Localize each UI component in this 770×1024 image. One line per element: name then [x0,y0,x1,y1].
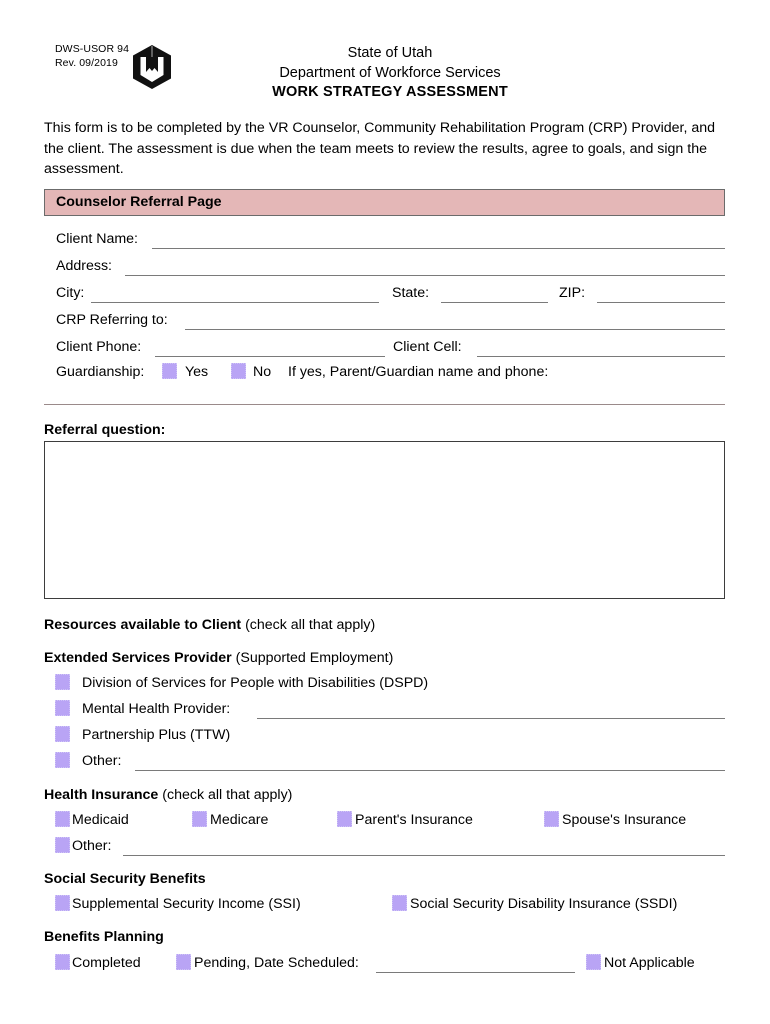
city-label: City: [56,285,85,301]
benefits-planning-heading: Benefits Planning [44,929,164,945]
state-input[interactable] [441,302,548,303]
health-insurance-heading-bold: Health Insurance [44,787,159,803]
form-page: DWS-USOR 94 Rev. 09/2019 State of Utah D… [0,0,770,1024]
utah-dws-beehive-logo-icon [131,44,173,90]
guardianship-note-label: If yes, Parent/Guardian name and phone: [288,364,549,380]
referral-question-textarea[interactable] [44,441,725,599]
benefits-planning-not-applicable-checkbox[interactable] [586,954,601,970]
state-label: State: [392,285,430,301]
social-security-ssdi-checkbox[interactable] [392,895,407,911]
health-insurance-other-label: Other: [72,838,112,854]
section-header-label: Counselor Referral Page [56,194,222,210]
title-state: State of Utah [347,45,433,61]
extended-services-other-checkbox[interactable] [55,752,70,768]
health-insurance-medicaid-checkbox[interactable] [55,811,70,827]
health-insurance-other-checkbox[interactable] [55,837,70,853]
resources-heading: Resources available to Client (check all… [44,617,375,633]
title-department: Department of Workforce Services [279,64,501,81]
client-phone-label: Client Phone: [56,339,142,355]
extended-services-other-input[interactable] [135,770,725,771]
extended-services-heading: Extended Services Provider (Supported Em… [44,650,393,666]
zip-label: ZIP: [559,285,586,301]
extended-services-dspd-checkbox[interactable] [55,674,70,690]
address-input[interactable] [125,275,725,276]
crp-referring-to-label: CRP Referring to: [56,312,168,328]
benefits-planning-completed-label: Completed [72,955,141,971]
social-security-ssi-label: Supplemental Security Income (SSI) [72,896,301,912]
extended-services-heading-bold: Extended Services Provider [44,650,232,666]
social-security-heading-bold: Social Security Benefits [44,871,206,887]
health-insurance-heading-note: (check all that apply) [158,787,293,803]
benefits-planning-completed-checkbox[interactable] [55,954,70,970]
form-code: DWS-USOR 94 Rev. 09/2019 [55,43,129,70]
referral-question-label: Referral question: [44,422,166,438]
section-divider [44,404,725,405]
social-security-heading: Social Security Benefits [44,871,206,887]
benefits-planning-heading-bold: Benefits Planning [44,929,164,945]
extended-services-mental-health-checkbox[interactable] [55,700,70,716]
intro-paragraph: This form is to be completed by the VR C… [44,120,716,177]
health-insurance-heading: Health Insurance (check all that apply) [44,787,292,803]
address-label: Address: [56,258,112,274]
extended-services-dspd-label: Division of Services for People with Dis… [82,675,429,691]
health-insurance-spouse-label: Spouse's Insurance [562,812,687,828]
client-cell-label: Client Cell: [393,339,462,355]
extended-services-other-label: Other: [82,753,122,769]
guardianship-label: Guardianship: [56,364,145,380]
health-insurance-parents-label: Parent's Insurance [355,812,473,828]
section-header-counselor-referral: Counselor Referral Page [44,189,725,216]
city-input[interactable] [91,302,379,303]
social-security-ssdi-label: Social Security Disability Insurance (SS… [410,896,678,912]
title-form-name: WORK STRATEGY ASSESSMENT [272,84,508,100]
guardianship-yes-label: Yes [185,364,209,380]
form-revision-date: Rev. 09/2019 [55,56,118,69]
health-insurance-medicare-checkbox[interactable] [192,811,207,827]
benefits-planning-pending-label: Pending, Date Scheduled: [194,955,359,971]
extended-services-mental-health-input[interactable] [257,718,725,719]
client-phone-input[interactable] [155,356,385,357]
health-insurance-parents-checkbox[interactable] [337,811,352,827]
page-title: State of Utah Department of Workforce Se… [190,44,590,103]
social-security-ssi-checkbox[interactable] [55,895,70,911]
resources-heading-bold: Resources available to Client [44,617,242,633]
guardianship-no-checkbox[interactable] [231,363,246,379]
zip-input[interactable] [597,302,725,303]
health-insurance-medicaid-label: Medicaid [72,812,129,828]
extended-services-heading-note: (Supported Employment) [231,650,394,666]
extended-services-partnership-plus-label: Partnership Plus (TTW) [82,727,231,743]
health-insurance-spouse-checkbox[interactable] [544,811,559,827]
crp-referring-to-input[interactable] [185,329,725,330]
benefits-planning-not-applicable-label: Not Applicable [604,955,695,971]
health-insurance-medicare-label: Medicare [210,812,269,828]
client-name-input[interactable] [152,248,725,249]
guardianship-no-label: No [253,364,272,380]
form-code-number: DWS-USOR 94 [55,43,130,55]
guardianship-yes-checkbox[interactable] [162,363,177,379]
health-insurance-other-input[interactable] [123,855,725,856]
resources-heading-note: (check all that apply) [241,617,376,633]
client-name-label: Client Name: [56,231,139,247]
benefits-planning-pending-checkbox[interactable] [176,954,191,970]
extended-services-mental-health-label: Mental Health Provider: [82,701,231,717]
extended-services-partnership-plus-checkbox[interactable] [55,726,70,742]
client-cell-input[interactable] [477,356,725,357]
benefits-planning-date-input[interactable] [376,972,575,973]
